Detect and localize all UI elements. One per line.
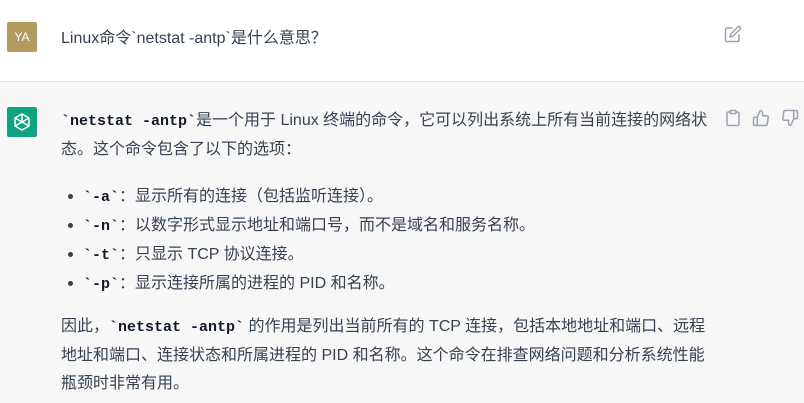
message-actions <box>724 109 804 129</box>
option-text: ：显示连接所属的进程的 PID 和名称。 <box>119 275 395 292</box>
inline-code: `-t` <box>83 247 120 264</box>
thumbs-down-icon[interactable] <box>781 109 799 127</box>
option-text: ：只显示 TCP 协议连接。 <box>119 246 304 263</box>
inline-code: `netstat -antp` <box>109 319 245 336</box>
option-text: ：以数字形式显示地址和端口号，而不是域名和服务名称。 <box>119 217 536 234</box>
user-message-row: YA Linux命令`netstat -antp`是什么意思？ <box>0 0 804 82</box>
clipboard-icon[interactable] <box>724 109 742 127</box>
list-item: `-n`：以数字形式显示地址和端口号，而不是域名和服务名称。 <box>61 212 711 241</box>
inline-code: `-n` <box>83 218 120 235</box>
edit-icon[interactable] <box>724 25 742 43</box>
list-item: `-p`：显示连接所属的进程的 PID 和名称。 <box>61 270 711 299</box>
user-message-text: Linux命令`netstat -antp`是什么意思？ <box>61 30 327 47</box>
inline-code: `-p` <box>83 276 120 293</box>
list-item: `-a`：显示所有的连接（包括监听连接）。 <box>61 183 711 212</box>
thumbs-up-icon[interactable] <box>752 109 770 127</box>
assistant-message-content: `netstat -antp`是一个用于 Linux 终端的命令，它可以列出系统… <box>61 107 711 398</box>
options-list: `-a`：显示所有的连接（包括监听连接）。 `-n`：以数字形式显示地址和端口号… <box>61 183 711 299</box>
openai-logo-icon <box>7 107 37 137</box>
summary-prefix: 因此， <box>61 318 110 335</box>
list-item: `-t`：只显示 TCP 协议连接。 <box>61 241 711 270</box>
option-text: ：显示所有的连接（包括监听连接）。 <box>119 188 384 205</box>
inline-code: `-a` <box>83 189 120 206</box>
user-avatar: YA <box>7 22 37 52</box>
assistant-message-row: `netstat -antp`是一个用于 Linux 终端的命令，它可以列出系统… <box>0 82 804 403</box>
intro-paragraph: `netstat -antp`是一个用于 Linux 终端的命令，它可以列出系统… <box>61 107 711 164</box>
inline-code: `netstat -antp` <box>61 113 197 130</box>
summary-paragraph: 因此，`netstat -antp` 的作用是列出当前所有的 TCP 连接，包括… <box>61 313 711 398</box>
